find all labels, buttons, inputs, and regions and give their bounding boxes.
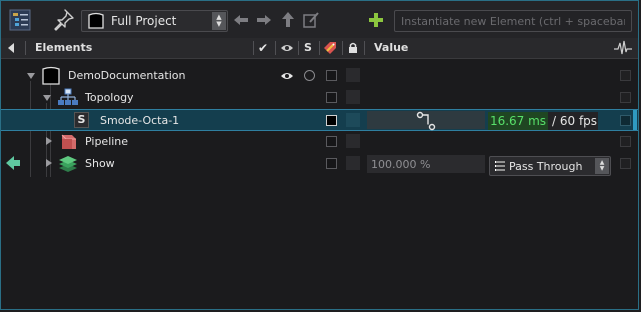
smode-badge: S xyxy=(74,112,89,128)
lock-checkbox[interactable] xyxy=(346,156,360,170)
expand-arrow-icon[interactable] xyxy=(43,95,51,101)
header-value: Value xyxy=(374,41,409,54)
element-name: Pipeline xyxy=(85,135,129,148)
column-header: Elements ✔ S Value xyxy=(1,38,638,59)
monitor-checkbox[interactable] xyxy=(620,115,631,126)
header-divider xyxy=(298,41,299,55)
project-select[interactable]: Full Project ▲ ▼ xyxy=(81,10,228,32)
tag-checkbox[interactable] xyxy=(326,136,337,147)
connection-value-field[interactable] xyxy=(367,111,485,131)
project-shield-icon xyxy=(87,12,105,30)
tag-checkbox[interactable] xyxy=(326,115,337,126)
header-divider xyxy=(253,41,254,55)
solo-circle-icon[interactable] xyxy=(304,70,315,81)
tag-icon xyxy=(323,41,337,58)
expand-arrow-icon[interactable] xyxy=(46,159,52,167)
list-icon xyxy=(494,160,505,175)
project-spin-icon[interactable]: ▲ ▼ xyxy=(212,12,226,30)
tree-row-topology[interactable]: Topology xyxy=(1,87,638,109)
monitor-checkbox[interactable] xyxy=(620,158,631,169)
header-elements: Elements xyxy=(35,41,93,54)
header-divider xyxy=(319,41,320,55)
topology-icon xyxy=(57,88,79,111)
blend-mode-select[interactable]: Pass Through ▲ ▼ xyxy=(489,156,611,176)
header-divider xyxy=(275,41,276,55)
tag-checkbox[interactable] xyxy=(326,92,337,103)
collapse-arrow-icon[interactable] xyxy=(8,43,14,53)
header-divider xyxy=(25,41,26,55)
frame-rate: / 60 fps xyxy=(552,114,598,128)
connection-link-icon xyxy=(416,111,436,131)
element-name: Topology xyxy=(85,91,134,104)
element-tree: DemoDocumentation Topology S Smode-Octa-… xyxy=(1,59,638,309)
edit-icon[interactable] xyxy=(302,11,320,29)
tag-checkbox[interactable] xyxy=(326,158,337,169)
visibility-eye-icon[interactable] xyxy=(280,71,294,84)
tag-checkbox[interactable] xyxy=(326,70,337,81)
header-s: S xyxy=(304,41,312,54)
search-input[interactable] xyxy=(394,10,632,32)
show-active-arrow-icon xyxy=(5,155,21,174)
toolbar: Full Project ▲ ▼ xyxy=(1,1,638,38)
lock-checkbox[interactable] xyxy=(346,90,360,104)
tree-menu-icon[interactable] xyxy=(9,9,31,31)
opacity-value-field[interactable]: 100.000 % xyxy=(367,155,485,173)
tree-row-demodocumentation[interactable]: DemoDocumentation xyxy=(1,65,638,87)
monitor-checkbox[interactable] xyxy=(620,92,631,103)
lock-icon xyxy=(348,42,358,57)
arrow-right-icon[interactable] xyxy=(256,12,272,28)
selection-edge-marker xyxy=(633,110,637,130)
add-icon[interactable] xyxy=(368,12,384,28)
arrow-up-icon[interactable] xyxy=(280,11,296,28)
lock-checkbox[interactable] xyxy=(346,134,360,148)
layer-stack-icon xyxy=(57,154,79,177)
blend-spin-icon[interactable]: ▲ ▼ xyxy=(595,158,609,174)
visibility-eye-icon xyxy=(280,43,294,56)
element-name: Show xyxy=(85,157,115,170)
project-shield-icon xyxy=(41,66,61,89)
pipeline-icon xyxy=(58,132,78,155)
checkmark-icon: ✔ xyxy=(258,41,269,55)
tree-row-smode-octa-1[interactable]: S Smode-Octa-1 16.67 ms / 60 fps xyxy=(1,109,638,131)
tree-row-show[interactable]: Show 100.000 % Pass Through ▲ ▼ xyxy=(1,153,638,177)
arrow-left-icon[interactable] xyxy=(233,12,249,28)
waveform-icon[interactable] xyxy=(614,40,632,59)
blend-mode-label: Pass Through xyxy=(509,160,583,173)
element-name: DemoDocumentation xyxy=(68,69,186,82)
frame-time: 16.67 ms xyxy=(488,112,548,130)
element-name: Smode-Octa-1 xyxy=(100,114,180,127)
pin-icon[interactable] xyxy=(53,8,75,32)
lock-checkbox[interactable] xyxy=(346,113,360,127)
performance-meter: 16.67 ms / 60 fps xyxy=(488,112,598,130)
tree-row-pipeline[interactable]: Pipeline xyxy=(1,131,638,153)
opacity-value: 100.000 % xyxy=(371,158,431,171)
project-label: Full Project xyxy=(111,14,177,28)
monitor-checkbox[interactable] xyxy=(620,70,631,81)
expand-arrow-icon[interactable] xyxy=(27,73,35,79)
header-divider xyxy=(364,41,365,55)
header-divider xyxy=(342,41,343,55)
expand-arrow-icon[interactable] xyxy=(46,137,52,145)
lock-checkbox[interactable] xyxy=(346,68,360,82)
monitor-checkbox[interactable] xyxy=(620,136,631,147)
